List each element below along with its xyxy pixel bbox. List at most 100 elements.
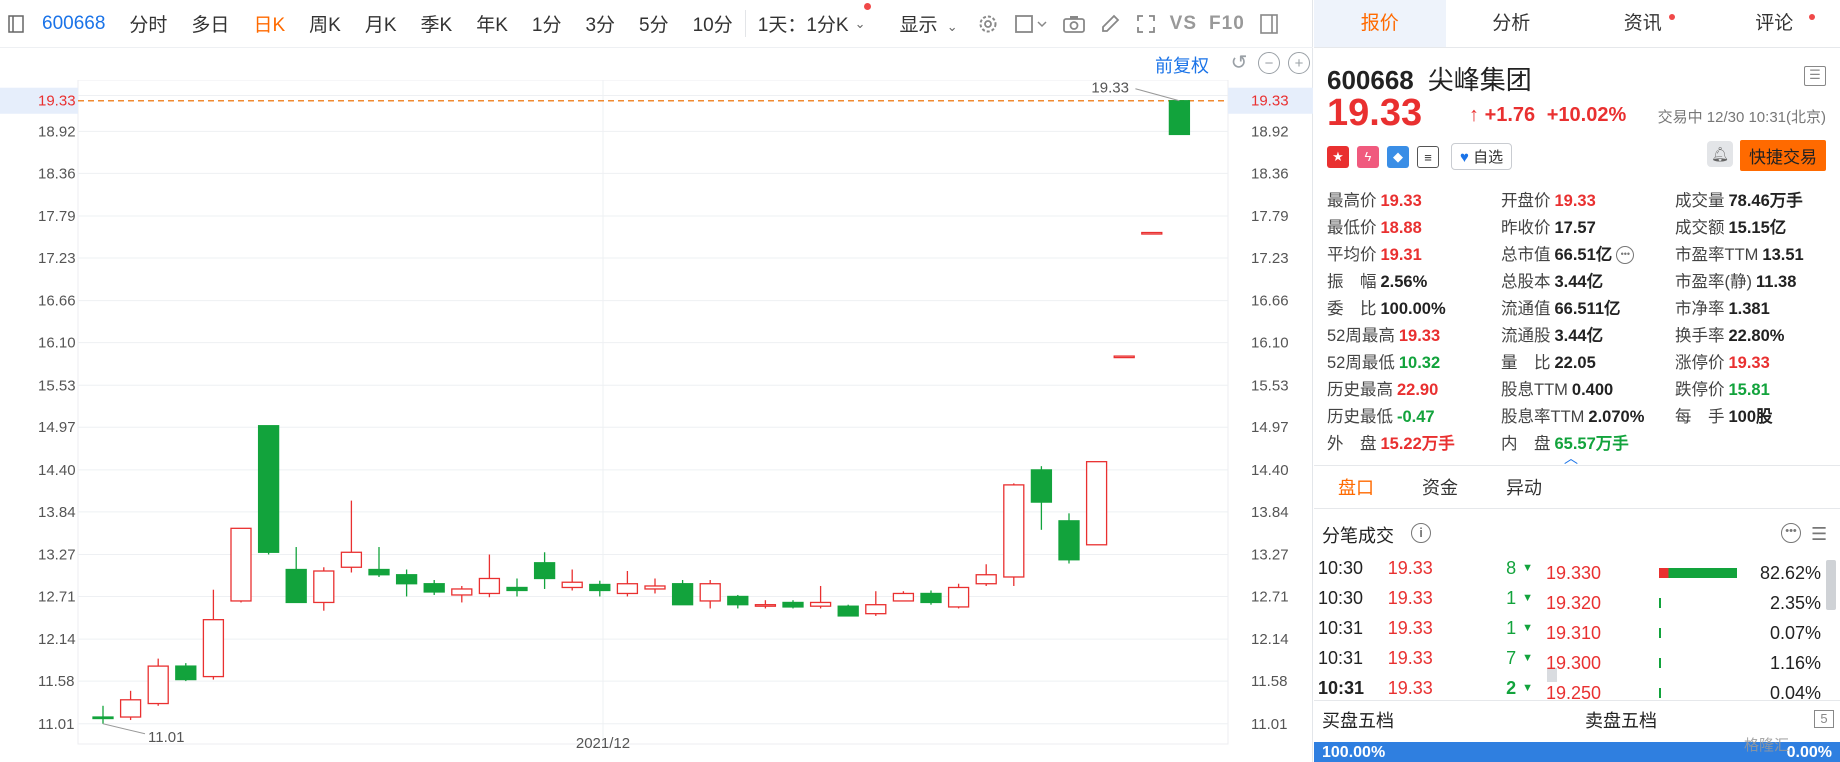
period-item[interactable]: 10分 xyxy=(681,10,745,37)
y-tick-label: 13.84 xyxy=(38,504,76,521)
period-item[interactable]: 3分 xyxy=(573,10,627,37)
price-adjust-button[interactable]: 前复权 xyxy=(1155,52,1209,78)
f10-button[interactable]: F10 xyxy=(1203,13,1251,35)
more-options-icon[interactable]: ••• xyxy=(1781,523,1801,543)
stat-value: 19.33 xyxy=(1380,191,1422,210)
stock-code: 600668 xyxy=(1327,65,1414,95)
vs-compare-button[interactable]: VS xyxy=(1164,13,1203,35)
period-item[interactable]: 5分 xyxy=(627,10,681,37)
info-icon[interactable]: i xyxy=(1411,523,1431,543)
y-tick-label: 11.58 xyxy=(38,673,74,690)
list-view-icon[interactable]: ☰ xyxy=(1811,524,1827,545)
tick-time: 10:30 xyxy=(1318,587,1364,608)
last-price: 19.33 xyxy=(1327,92,1422,135)
stat-value: 1.381 xyxy=(1728,299,1770,318)
menu-icon[interactable]: ☰ xyxy=(1804,66,1826,86)
tab-analysis[interactable]: 分析 xyxy=(1446,0,1578,47)
interval-select[interactable]: 1天：1分K ⌄ xyxy=(744,10,878,37)
flash-icon[interactable]: ϟ xyxy=(1357,145,1379,168)
stock-code-link[interactable]: 600668 xyxy=(34,13,117,35)
candle-body xyxy=(1113,355,1135,359)
stat-value: 19.33 xyxy=(1398,326,1441,345)
stats-row: 委 比 100.00% 流通值 66.511亿 市净率 1.381 xyxy=(1327,293,1832,320)
chevron-down-icon: ⌄ xyxy=(854,15,866,31)
scrollbar[interactable] xyxy=(1826,560,1836,610)
zoom-out-icon[interactable]: − xyxy=(1258,52,1280,74)
sell-book-label: 卖盘五档 xyxy=(1585,711,1657,731)
stat-label: 总市值 xyxy=(1501,245,1551,264)
stat-item: 最低价 18.88 xyxy=(1327,214,1501,238)
period-item[interactable]: 周K xyxy=(297,10,353,37)
china-flag-icon[interactable]: ★ xyxy=(1327,145,1349,168)
stat-label: 每 手 xyxy=(1675,407,1725,426)
tab-comments[interactable]: 评论 xyxy=(1709,0,1840,47)
stat-value: 10.32 xyxy=(1398,353,1441,372)
zoom-in-icon[interactable]: + xyxy=(1288,52,1310,74)
y-tick-label: 17.23 xyxy=(38,250,76,267)
period-item[interactable]: 季K xyxy=(409,10,465,37)
tick-time: 10:30 xyxy=(1318,557,1364,578)
candle-body xyxy=(671,583,694,606)
stat-value: 11.38 xyxy=(1756,272,1797,291)
stat-label: 历史最低 xyxy=(1327,407,1393,426)
unread-dot xyxy=(1669,14,1675,20)
tick-price: 19.33 xyxy=(1387,557,1433,578)
period-item[interactable]: 1分 xyxy=(520,10,574,37)
down-arrow-icon: ▼ xyxy=(1522,682,1533,694)
period-item[interactable]: 月K xyxy=(353,10,409,37)
candle-body xyxy=(809,601,832,607)
five-level-icon[interactable]: 5 xyxy=(1814,710,1834,728)
stock-name: 尖峰集团 xyxy=(1427,65,1532,95)
plot-area xyxy=(77,80,1229,745)
tab-quote[interactable]: 报价 xyxy=(1314,0,1446,47)
tab-news[interactable]: 资讯 xyxy=(1577,0,1709,47)
period-item[interactable]: 分时 xyxy=(117,10,179,37)
document-icon[interactable]: ≡ xyxy=(1417,145,1439,168)
period-item[interactable]: 日K xyxy=(241,10,297,37)
stat-item: 换手率 22.80% xyxy=(1675,322,1825,346)
kline-chart[interactable]: 19.4019.4018.9218.9218.3618.3617.7917.79… xyxy=(0,80,1313,762)
subtab-orderbook[interactable]: 盘口 xyxy=(1314,466,1398,508)
tick-volume: 1 xyxy=(1506,617,1517,638)
stat-label: 最高价 xyxy=(1327,191,1377,210)
y-tick-label-right: 14.40 xyxy=(1251,462,1289,479)
settings-gear-icon[interactable] xyxy=(976,12,1000,36)
candle-body xyxy=(561,581,583,589)
period-item[interactable]: 多日 xyxy=(179,10,241,37)
stat-label: 流通股 xyxy=(1501,326,1551,345)
tag-icon[interactable]: ◆ xyxy=(1387,145,1409,168)
bell-icon[interactable]: 🔔︎ xyxy=(1707,141,1733,167)
overlay-square-icon[interactable] xyxy=(1012,12,1050,36)
tick-volume: 1 xyxy=(1506,587,1517,608)
draw-pencil-icon[interactable] xyxy=(1098,12,1122,36)
stat-item: 最高价 19.33 xyxy=(1327,187,1501,211)
candle-body xyxy=(533,562,556,580)
candle-body xyxy=(947,586,970,608)
tick-trades-title: 分笔成交 xyxy=(1322,526,1394,546)
camera-icon[interactable] xyxy=(1062,12,1086,36)
candle-body xyxy=(285,568,307,604)
sidebar-toggle-icon[interactable] xyxy=(4,12,28,36)
tick-time: 10:31 xyxy=(1318,647,1364,668)
period-item[interactable]: 年K xyxy=(464,10,520,37)
stat-label: 成交额 xyxy=(1675,218,1725,237)
fullscreen-icon[interactable] xyxy=(1134,12,1158,36)
subtab-unusual[interactable]: 异动 xyxy=(1482,466,1566,508)
candle-body xyxy=(340,551,363,568)
stat-item: 每 手 100股 xyxy=(1675,403,1825,427)
stat-item: 内 盘 65.57万手 xyxy=(1501,430,1675,454)
stat-value: 66.51亿 xyxy=(1554,245,1613,264)
display-dropdown[interactable]: 显示 ⌄ xyxy=(887,10,969,37)
stat-label: 股息TTM xyxy=(1501,380,1568,399)
more-icon[interactable]: ••• xyxy=(1616,246,1635,265)
panel-toggle-icon[interactable] xyxy=(1257,12,1281,36)
candle-body xyxy=(865,604,887,615)
stat-label: 量 比 xyxy=(1501,353,1551,372)
add-watchlist-button[interactable]: ♥ 自选 xyxy=(1451,143,1513,170)
heart-icon: ♥ xyxy=(1460,149,1469,166)
reset-icon[interactable]: ↺ xyxy=(1228,52,1250,74)
stat-item: 委 比 100.00% xyxy=(1327,295,1501,319)
subtab-fund[interactable]: 资金 xyxy=(1398,466,1482,508)
fast-trade-button[interactable]: 快捷交易 xyxy=(1740,140,1826,171)
current-price-label-left: 19.33 xyxy=(38,93,76,110)
